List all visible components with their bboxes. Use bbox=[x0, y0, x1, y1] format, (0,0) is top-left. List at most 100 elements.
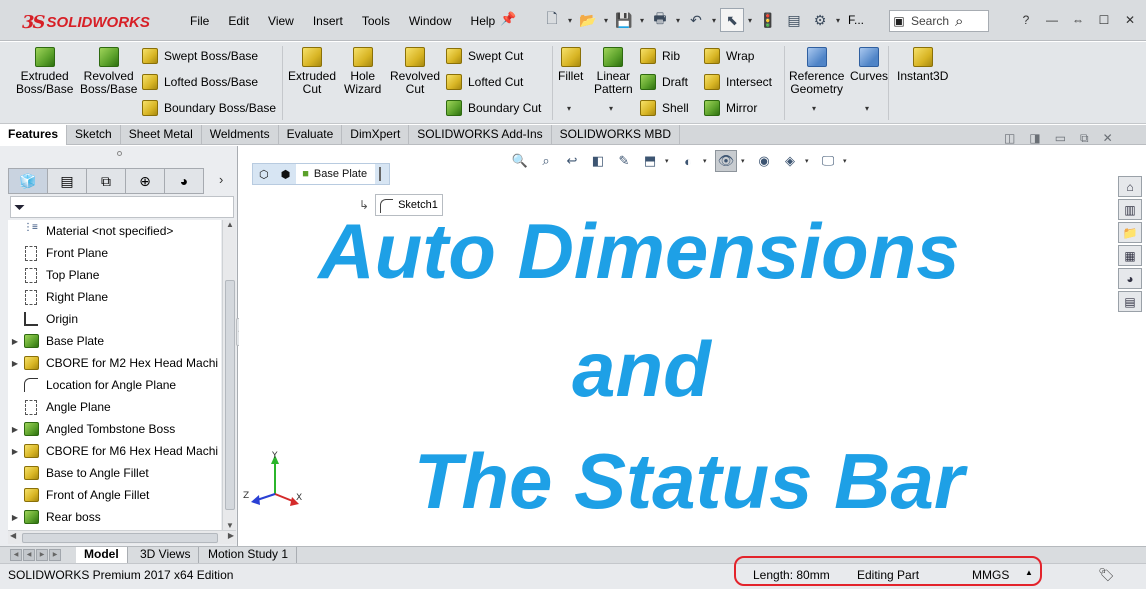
save-dropdown-icon[interactable]: ▾ bbox=[638, 16, 646, 25]
chevron-right-icon[interactable]: › bbox=[219, 172, 223, 187]
wrap-button[interactable]: Wrap bbox=[704, 48, 754, 64]
tree-vertical-scrollbar[interactable]: ▲ ▼ bbox=[222, 220, 236, 530]
hole-wizard-button[interactable]: Hole Wizard bbox=[344, 47, 381, 96]
doc-restore-icon[interactable]: ⧉ bbox=[1080, 131, 1089, 146]
dimxpertmanager-tab-icon[interactable]: ⊕ bbox=[125, 168, 165, 194]
options-gear-icon[interactable]: ⚙ bbox=[808, 8, 832, 32]
file-explorer-folder-icon[interactable]: 📁 bbox=[1118, 222, 1142, 243]
tab-solidworks-addins[interactable]: SOLIDWORKS Add-Ins bbox=[409, 125, 552, 145]
hide-show-dropdown-icon[interactable]: ▾ bbox=[741, 157, 749, 165]
tree-item[interactable]: Origin bbox=[8, 308, 221, 330]
tree-item[interactable]: Angle Plane bbox=[8, 396, 221, 418]
scene-dropdown-icon[interactable]: ▾ bbox=[805, 157, 813, 165]
intersect-button[interactable]: Intersect bbox=[704, 74, 772, 90]
restore-icon[interactable]: ☐ bbox=[1092, 10, 1116, 30]
section-view-icon[interactable]: ◧ bbox=[587, 150, 609, 172]
tile-icon[interactable]: ⇔ bbox=[1066, 10, 1090, 30]
view-settings-icon[interactable]: 🖵 bbox=[817, 150, 839, 172]
open-dropdown-icon[interactable]: ▾ bbox=[602, 16, 610, 25]
print-dropdown-icon[interactable]: ▾ bbox=[674, 16, 682, 25]
select-cursor-icon[interactable]: ⬉ bbox=[720, 8, 744, 32]
extruded-cut-button[interactable]: Extruded Cut bbox=[288, 47, 336, 96]
display-style-icon[interactable]: ◐ bbox=[677, 150, 699, 172]
reference-geometry-dropdown-icon[interactable]: ▾ bbox=[812, 104, 816, 113]
tree-item[interactable]: ⋮≡ Material <not specified> bbox=[8, 220, 221, 242]
mirror-button[interactable]: Mirror bbox=[704, 100, 757, 116]
last-tab-arrow-icon[interactable]: ▶ bbox=[49, 549, 61, 561]
breadcrumb-base-plate[interactable]: ■ Base Plate bbox=[296, 164, 376, 184]
fillet-dropdown-icon[interactable]: ▾ bbox=[567, 104, 571, 113]
boundary-cut-button[interactable]: Boundary Cut bbox=[446, 100, 541, 116]
menu-insert[interactable]: Insert bbox=[313, 14, 353, 28]
displaymanager-tab-icon[interactable]: ◕ bbox=[164, 168, 204, 194]
new-dropdown-icon[interactable]: ▾ bbox=[566, 16, 574, 25]
view-orientation-icon[interactable]: ⬒ bbox=[639, 150, 661, 172]
breadcrumb-assembly-icon[interactable]: ⬡ bbox=[253, 164, 275, 184]
expand-arrow-icon[interactable]: ▶ bbox=[8, 337, 22, 346]
tree-item[interactable]: ▶ CBORE for M6 Hex Head Machi bbox=[8, 440, 221, 462]
rib-button[interactable]: Rib bbox=[640, 48, 680, 64]
tree-item[interactable]: Front Plane bbox=[8, 242, 221, 264]
undo-icon[interactable]: ↶ bbox=[684, 8, 708, 32]
shell-button[interactable]: Shell bbox=[640, 100, 689, 116]
magnifier-icon[interactable]: ⌕ bbox=[955, 13, 963, 30]
tree-item[interactable]: Front of Angle Fillet bbox=[8, 484, 221, 506]
solidworks-resources-home-icon[interactable]: ⌂ bbox=[1118, 176, 1142, 197]
custom-properties-icon[interactable]: ▤ bbox=[1118, 291, 1142, 312]
scroll-down-arrow-icon[interactable]: ▼ bbox=[223, 521, 237, 530]
menu-view[interactable]: View bbox=[268, 14, 304, 28]
expand-arrow-icon[interactable]: ▶ bbox=[8, 359, 22, 368]
scroll-left-arrow-icon[interactable]: ◀ bbox=[10, 531, 16, 540]
zoom-to-area-icon[interactable]: ⌕ bbox=[535, 150, 557, 172]
file-properties-icon[interactable]: ▤ bbox=[782, 8, 806, 32]
collapse-left-icon[interactable]: ◫ bbox=[1004, 131, 1015, 146]
featuremanager-tab-icon[interactable]: 🧊 bbox=[8, 168, 48, 194]
doc-minimize-icon[interactable]: ▭ bbox=[1055, 131, 1066, 146]
swept-cut-button[interactable]: Swept Cut bbox=[446, 48, 523, 64]
curves-dropdown-icon[interactable]: ▾ bbox=[865, 104, 869, 113]
linear-pattern-button[interactable]: Linear Pattern bbox=[594, 47, 633, 96]
tab-solidworks-mbd[interactable]: SOLIDWORKS MBD bbox=[552, 125, 681, 145]
display-style-dropdown-icon[interactable]: ▾ bbox=[703, 157, 711, 165]
collapse-right-icon[interactable]: ◨ bbox=[1029, 131, 1040, 146]
minimize-icon[interactable]: — bbox=[1040, 10, 1064, 30]
zoom-to-fit-icon[interactable]: 🔍 bbox=[509, 150, 531, 172]
search-box[interactable]: ▣ Search ⌕ bbox=[889, 10, 989, 32]
edit-appearance-icon[interactable]: ◉ bbox=[753, 150, 775, 172]
open-document-icon[interactable]: 📂 bbox=[576, 8, 600, 32]
new-document-icon[interactable]: 🗋 bbox=[540, 8, 564, 32]
tab-motion-study-1[interactable]: Motion Study 1 bbox=[200, 547, 298, 563]
tab-sheet-metal[interactable]: Sheet Metal bbox=[121, 125, 202, 145]
instant3d-button[interactable]: Instant3D bbox=[897, 47, 948, 83]
revolved-cut-button[interactable]: Revolved Cut bbox=[390, 47, 440, 96]
tree-horizontal-scrollbar[interactable]: ◀ ▶ bbox=[8, 530, 236, 544]
tree-item[interactable]: Location for Angle Plane bbox=[8, 374, 221, 396]
doc-close-icon[interactable]: ✕ bbox=[1103, 131, 1113, 146]
pin-menu-icon[interactable]: 📌 bbox=[500, 11, 516, 27]
select-dropdown-icon[interactable]: ▾ bbox=[746, 16, 754, 25]
prev-tab-arrow-icon[interactable]: ◀ bbox=[23, 549, 35, 561]
extruded-boss-button[interactable]: Extruded Boss/Base bbox=[16, 47, 73, 96]
graphics-area[interactable]: 🔍 ⌕ ↩ ◧ ✎ ⬒ ▾ ◐ ▾ 👁 ▾ ◉ ◈ ▾ 🖵 ▾ ⬡ ⬢ ■ Ba… bbox=[239, 146, 1146, 546]
tab-evaluate[interactable]: Evaluate bbox=[279, 125, 343, 145]
pattern-dropdown-icon[interactable]: ▾ bbox=[609, 104, 613, 113]
save-icon[interactable]: 💾 bbox=[612, 8, 636, 32]
solidworks-logo[interactable]: 3S SOLIDWORKS bbox=[22, 8, 150, 36]
lofted-cut-button[interactable]: Lofted Cut bbox=[446, 74, 523, 90]
tree-item[interactable]: ▶ CBORE for M2 Hex Head Machi bbox=[8, 352, 221, 374]
configurationmanager-tab-icon[interactable]: ⧉ bbox=[86, 168, 126, 194]
swept-boss-button[interactable]: Swept Boss/Base bbox=[142, 48, 258, 64]
rebuild-traffic-light-icon[interactable]: 🚦 bbox=[756, 8, 780, 32]
view-palette-icon[interactable]: ▦ bbox=[1118, 245, 1142, 266]
view-orientation-dropdown-icon[interactable]: ▾ bbox=[665, 157, 673, 165]
tab-dimxpert[interactable]: DimXpert bbox=[342, 125, 410, 145]
curves-button[interactable]: Curves bbox=[850, 47, 888, 83]
search-scope-label[interactable]: F... bbox=[844, 8, 868, 32]
next-tab-arrow-icon[interactable]: ▶ bbox=[36, 549, 48, 561]
tab-sketch[interactable]: Sketch bbox=[67, 125, 121, 145]
menu-file[interactable]: File bbox=[190, 14, 219, 28]
tree-item[interactable]: ▶ Angled Tombstone Boss bbox=[8, 418, 221, 440]
tree-filter-field[interactable]: ⏷ bbox=[10, 196, 234, 218]
boundary-boss-button[interactable]: Boundary Boss/Base bbox=[142, 100, 276, 116]
design-library-icon[interactable]: ▥ bbox=[1118, 199, 1142, 220]
